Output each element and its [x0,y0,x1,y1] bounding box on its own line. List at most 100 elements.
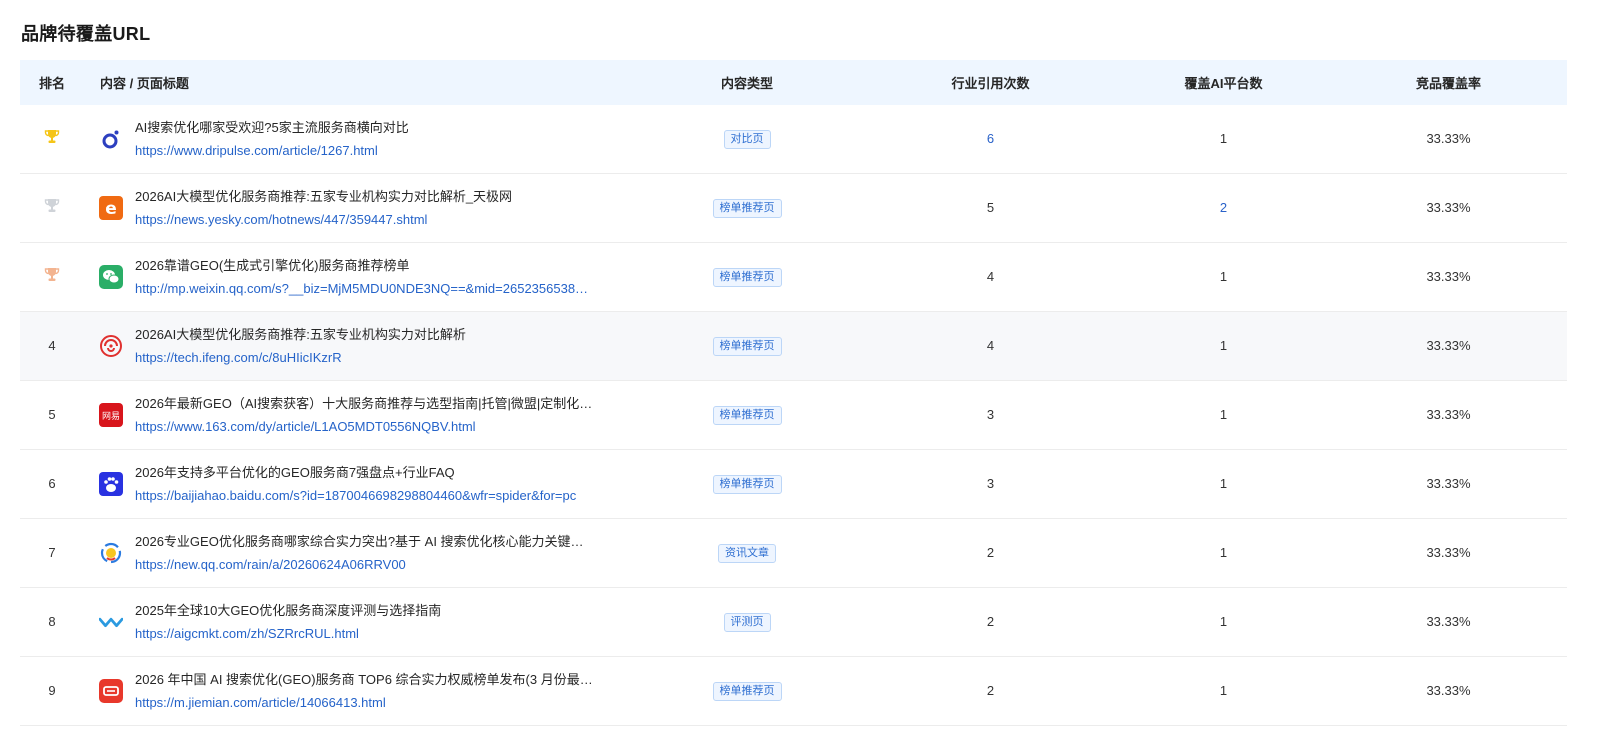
type-cell: 榜单推荐页 [630,405,864,425]
platforms-count: 1 [1219,407,1228,422]
citations-cell: 4 [864,337,1117,355]
citations-count: 2 [986,683,995,698]
citations-count: 3 [986,476,995,491]
rank-number: 8 [48,614,56,629]
platforms-cell: 1 [1117,613,1330,631]
rank-number: 7 [48,545,56,560]
content-type-tag: 榜单推荐页 [712,337,782,356]
content-type-tag: 榜单推荐页 [712,406,782,425]
page-title-text: 2026AI大模型优化服务商推荐:五家专业机构实力对比解析 [135,326,466,342]
trophy-bronze-icon [43,266,61,289]
rate-cell: 33.33% [1330,406,1567,424]
page-title-text: 2026专业GEO优化服务商哪家综合实力突出?基于 AI 搜索优化核心能力关键… [135,533,584,549]
jiemian-icon [99,679,123,703]
rank-cell: 7 [20,544,84,562]
content-cell: 2026靠谱GEO(生成式引擎优化)服务商推荐榜单 http://mp.weix… [84,256,630,299]
platforms-cell: 1 [1117,475,1330,493]
platforms-cell: 1 [1117,268,1330,286]
page-url-link[interactable]: http://mp.weixin.qq.com/s?__biz=MjM5MDU0… [135,279,588,299]
citations-cell: 4 [864,268,1117,286]
platforms-count[interactable]: 2 [1220,200,1227,215]
platforms-count: 1 [1219,338,1228,353]
table-row[interactable]: 5 网易 2026年最新GEO（AI搜索获客）十大服务商推荐与选型指南|托管|微… [20,381,1567,450]
platforms-count: 1 [1219,614,1228,629]
page-title-text: 2026 年中国 AI 搜索优化(GEO)服务商 TOP6 综合实力权威榜单发布… [135,671,593,687]
coverage-rate: 33.33% [1426,683,1471,698]
citations-cell: 5 [864,199,1117,217]
table-row[interactable]: 7 2026专业GEO优化服务商哪家综合实力突出?基于 AI 搜索优化核心能力关… [20,519,1567,588]
page-title-text: 2025年全球10大GEO优化服务商深度评测与选择指南 [135,602,442,618]
yesky-icon: e [99,196,123,220]
table-row[interactable]: e 2026AI大模型优化服务商推荐:五家专业机构实力对比解析_天极网 http… [20,174,1567,243]
coverage-rate: 33.33% [1426,614,1471,629]
page-url-link[interactable]: https://m.jiemian.com/article/14066413.h… [135,693,593,713]
coverage-rate: 33.33% [1426,131,1471,146]
rate-cell: 33.33% [1330,130,1567,148]
trophy-silver-icon [43,197,61,220]
citations-cell: 2 [864,544,1117,562]
rank-cell: 6 [20,475,84,493]
platforms-cell: 1 [1117,337,1330,355]
coverage-rate: 33.33% [1426,476,1471,491]
type-cell: 榜单推荐页 [630,681,864,701]
page-url-link[interactable]: https://www.dripulse.com/article/1267.ht… [135,141,409,161]
rank-cell: 5 [20,406,84,424]
citations-cell: 3 [864,406,1117,424]
content-type-tag: 榜单推荐页 [712,475,782,494]
rank-cell [20,266,84,289]
type-cell: 榜单推荐页 [630,198,864,218]
content-cell: 2026专业GEO优化服务商哪家综合实力突出?基于 AI 搜索优化核心能力关键…… [84,532,630,575]
page-title: 品牌待覆盖URL [21,24,151,44]
platforms-cell: 1 [1117,130,1330,148]
tencent-news-icon [99,541,123,565]
table-row[interactable]: 6 2026年支持多平台优化的GEO服务商7强盘点+行业FAQ https://… [20,450,1567,519]
rank-number: 6 [48,476,56,491]
aigcmkt-wave-icon [99,610,123,634]
content-type-tag: 榜单推荐页 [712,682,782,701]
content-type-tag: 资讯文章 [718,544,776,563]
rate-cell: 33.33% [1330,199,1567,217]
page-url-link[interactable]: https://news.yesky.com/hotnews/447/35944… [135,210,512,230]
type-cell: 榜单推荐页 [630,336,864,356]
content-cell: 2025年全球10大GEO优化服务商深度评测与选择指南 https://aigc… [84,601,630,644]
type-cell: 评测页 [630,612,864,632]
rank-cell: 8 [20,613,84,631]
type-cell: 榜单推荐页 [630,267,864,287]
citations-count: 4 [986,269,995,284]
page-title-text: 2026靠谱GEO(生成式引擎优化)服务商推荐榜单 [135,257,410,273]
table-row[interactable]: 2026靠谱GEO(生成式引擎优化)服务商推荐榜单 http://mp.weix… [20,243,1567,312]
table-row[interactable]: AI搜索优化哪家受欢迎?5家主流服务商横向对比 https://www.drip… [20,105,1567,174]
platforms-count: 1 [1219,545,1228,560]
dripulse-icon [99,127,123,151]
col-content-header: 内容 / 页面标题 [100,76,189,91]
citations-cell: 2 [864,682,1117,700]
platforms-cell: 1 [1117,544,1330,562]
rate-cell: 33.33% [1330,475,1567,493]
table-row[interactable]: 9 2026 年中国 AI 搜索优化(GEO)服务商 TOP6 综合实力权威榜单… [20,657,1567,726]
type-cell: 对比页 [630,129,864,149]
coverage-rate: 33.33% [1426,545,1471,560]
svg-text:网易: 网易 [102,411,120,422]
url-table: 排名 内容 / 页面标题 内容类型 行业引用次数 覆盖AI平台数 竞品覆盖率 A… [20,60,1567,726]
col-rank-header: 排名 [38,76,65,91]
page-url-link[interactable]: https://new.qq.com/rain/a/20260624A06RRV… [135,555,584,575]
page-url-link[interactable]: https://www.163.com/dy/article/L1AO5MDT0… [135,417,592,437]
page-url-link[interactable]: https://tech.ifeng.com/c/8uHIicIKzrR [135,348,466,368]
page-url-link[interactable]: https://aigcmkt.com/zh/SZRrcRUL.html [135,624,441,644]
citations-count[interactable]: 6 [987,131,994,146]
platforms-cell: 1 [1117,406,1330,424]
coverage-rate: 33.33% [1426,407,1471,422]
content-type-tag: 榜单推荐页 [712,199,782,218]
col-type-header: 内容类型 [720,76,773,91]
rank-cell [20,197,84,220]
table-row[interactable]: 8 2025年全球10大GEO优化服务商深度评测与选择指南 https://ai… [20,588,1567,657]
ifeng-icon [99,334,123,358]
table-row[interactable]: 4 2026AI大模型优化服务商推荐:五家专业机构实力对比解析 https://… [20,312,1567,381]
citations-cell: 2 [864,613,1117,631]
table-body: AI搜索优化哪家受欢迎?5家主流服务商横向对比 https://www.drip… [20,105,1567,726]
trophy-gold-icon [43,128,61,151]
rank-number: 5 [48,407,56,422]
citations-count: 2 [986,614,995,629]
content-type-tag: 对比页 [723,130,771,149]
page-url-link[interactable]: https://baijiahao.baidu.com/s?id=1870046… [135,486,576,506]
